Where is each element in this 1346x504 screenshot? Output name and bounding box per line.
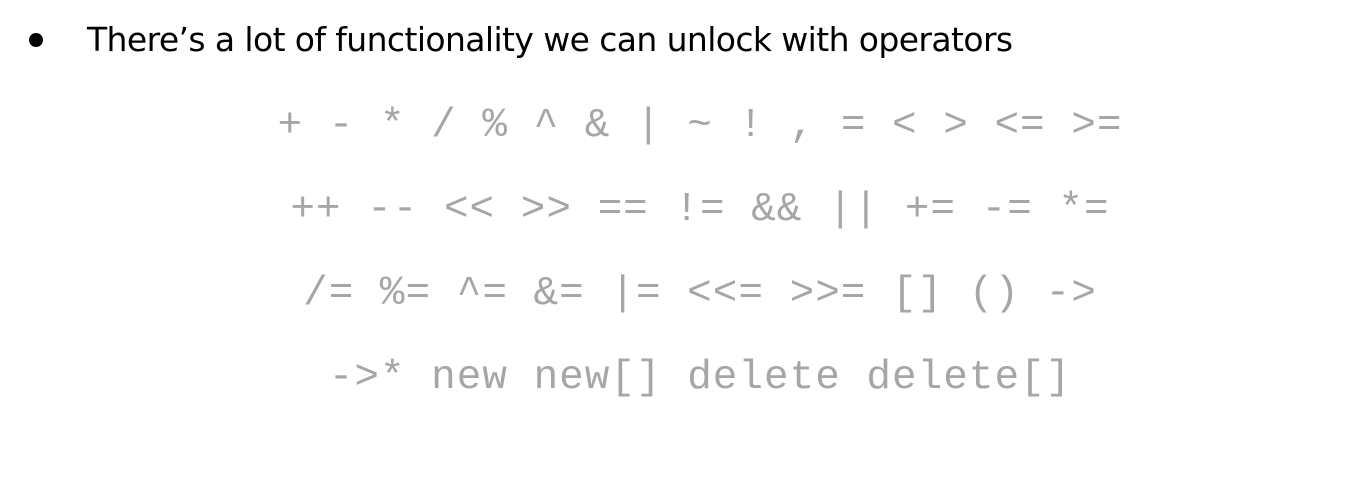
operators-line-2: ++ -- << >> == != && || += -= *= xyxy=(290,187,1110,233)
operators-line-3: /= %= ^= &= |= <<= >>= [] () -> xyxy=(303,271,1097,317)
operators-line-1: + - * / % ^ & | ~ ! , = < > <= >= xyxy=(277,103,1123,149)
bullet-item: There’s a lot of functionality we can un… xyxy=(24,20,1013,59)
operators-line-4: ->* new new[] delete delete[] xyxy=(328,355,1072,401)
bullet-text: There’s a lot of functionality we can un… xyxy=(87,20,1013,59)
operators-list: + - * / % ^ & | ~ ! , = < > <= >= ++ -- … xyxy=(0,96,1346,432)
bullet-dot-icon xyxy=(29,32,43,47)
slide: There’s a lot of functionality we can un… xyxy=(0,0,1346,504)
